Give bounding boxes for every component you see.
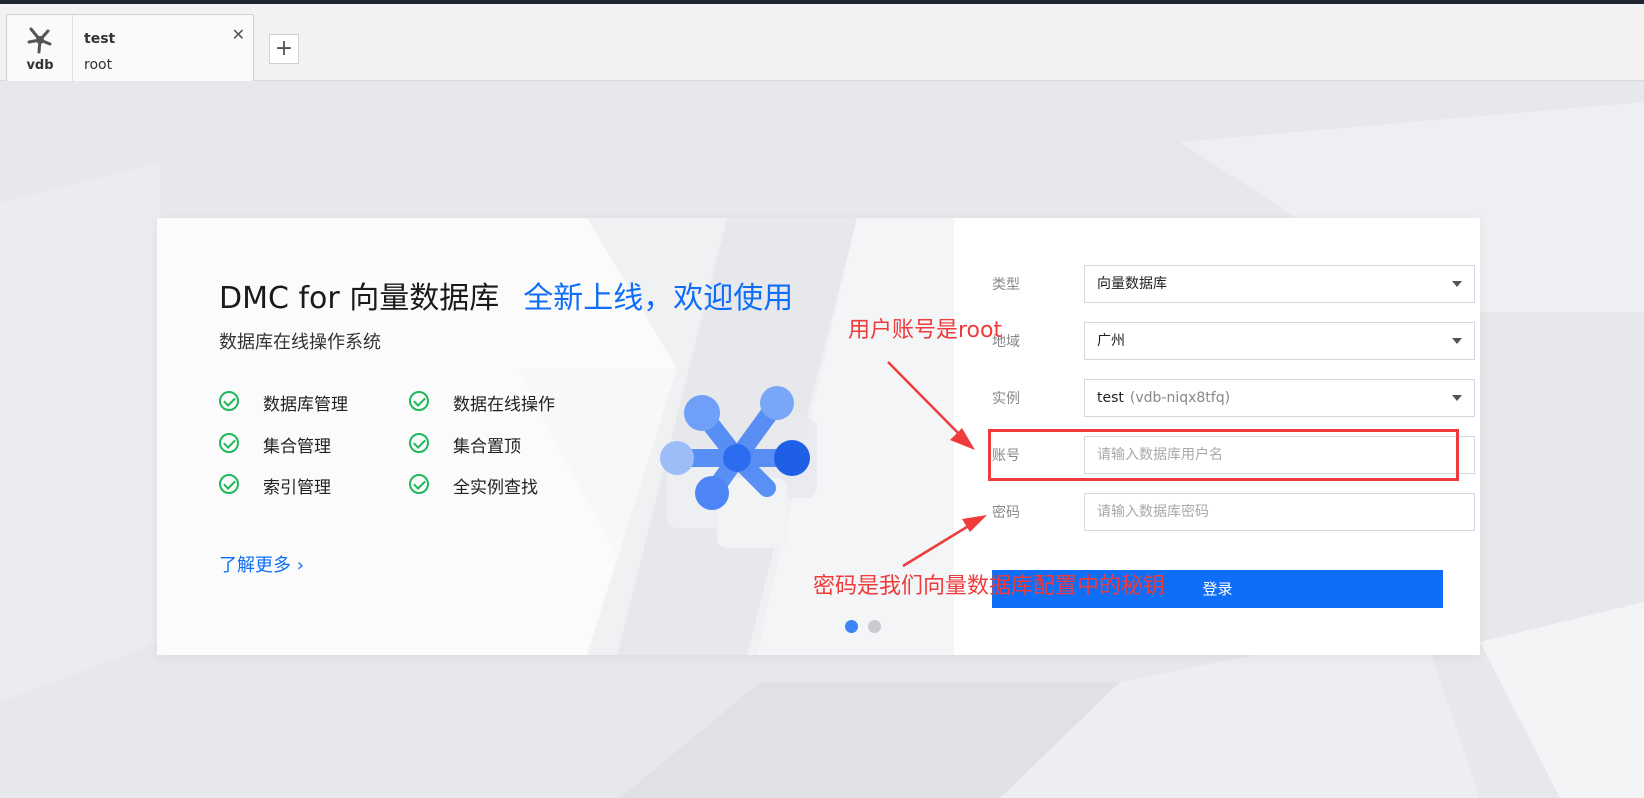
hero-subtitle: 数据库在线操作系统 — [219, 332, 381, 353]
instance-value: test — [1097, 390, 1124, 406]
close-icon[interactable]: ✕ — [232, 27, 245, 43]
tab-user-name: root — [84, 57, 113, 73]
chevron-down-icon — [1452, 281, 1462, 287]
password-placeholder: 请输入数据库密码 — [1097, 504, 1209, 520]
chevron-down-icon — [1452, 338, 1462, 344]
instance-id: (vdb-niqx8tfq) — [1129, 390, 1231, 406]
password-row: 密码 请输入数据库密码 — [992, 493, 1475, 531]
hero-title-main: DMC for 向量数据库 — [219, 281, 500, 316]
password-label: 密码 — [992, 505, 1020, 521]
password-input[interactable]: 请输入数据库密码 — [1084, 493, 1475, 531]
chevron-down-icon — [1452, 395, 1462, 401]
tab-logo-label: vdb — [26, 58, 54, 73]
instance-label: 实例 — [992, 391, 1020, 407]
learn-more-link[interactable]: 了解更多 › — [219, 551, 304, 577]
check-circle-icon — [409, 391, 429, 411]
type-value: 向量数据库 — [1097, 276, 1167, 292]
type-label: 类型 — [992, 277, 1020, 293]
region-value: 广州 — [1097, 333, 1125, 349]
check-circle-icon — [219, 433, 239, 453]
instance-select[interactable]: test (vdb-niqx8tfq) — [1084, 379, 1475, 417]
connection-tab-bar: vdb test root ✕ + — [0, 4, 1644, 82]
check-circle-icon — [409, 433, 429, 453]
hero-title: DMC for 向量数据库 全新上线，欢迎使用 — [219, 273, 793, 317]
add-tab-button[interactable]: + — [269, 34, 299, 64]
check-circle-icon — [409, 474, 429, 494]
hero-title-accent: 全新上线，欢迎使用 — [523, 281, 794, 316]
type-select[interactable]: 向量数据库 — [1084, 265, 1475, 303]
instance-row: 实例 test (vdb-niqx8tfq) — [992, 379, 1475, 417]
region-row: 地域 广州 — [992, 322, 1475, 360]
carousel-dot[interactable] — [845, 620, 858, 633]
carousel-dot[interactable] — [868, 620, 881, 633]
vdb-logo: vdb — [7, 15, 73, 82]
check-circle-icon — [219, 474, 239, 494]
account-annotation: 用户账号是root — [848, 318, 1003, 343]
account-highlight-box — [988, 429, 1459, 481]
password-annotation: 密码是我们向量数据库配置中的秘钥 — [813, 574, 1166, 599]
connection-tab[interactable]: vdb test root ✕ — [6, 14, 254, 82]
check-circle-icon — [219, 391, 239, 411]
type-row: 类型 向量数据库 — [992, 265, 1475, 303]
vector-db-icon — [27, 27, 52, 54]
region-select[interactable]: 广州 — [1084, 322, 1475, 360]
tab-instance-name: test — [84, 31, 116, 47]
